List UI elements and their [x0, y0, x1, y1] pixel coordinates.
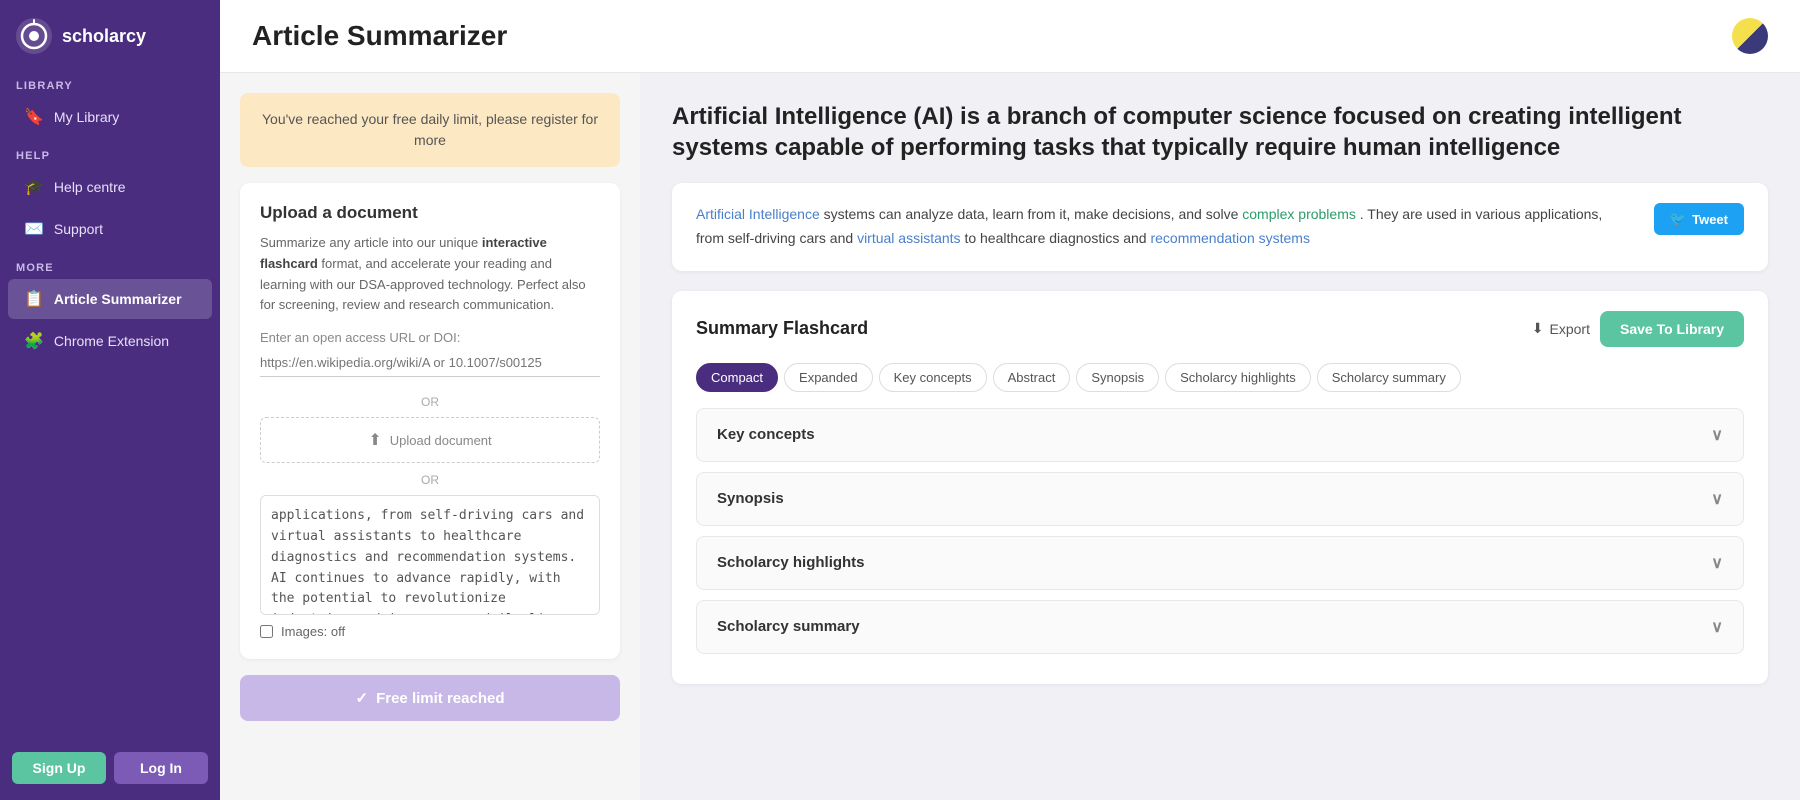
- summary-text-start: systems can analyze data, learn from it,…: [824, 206, 1243, 222]
- right-panel: Artificial Intelligence (AI) is a branch…: [640, 73, 1800, 800]
- content-area: You've reached your free daily limit, pl…: [220, 73, 1800, 800]
- sidebar-item-label-my-library: My Library: [54, 109, 119, 125]
- theme-toggle-button[interactable]: [1732, 18, 1768, 54]
- chrome-icon: 🧩: [24, 331, 44, 351]
- summary-card: Artificial Intelligence systems can anal…: [672, 183, 1768, 271]
- chevron-down-icon: ∨: [1711, 489, 1723, 509]
- login-button[interactable]: Log In: [114, 752, 208, 784]
- url-input[interactable]: [260, 349, 600, 377]
- accordion-scholarcy-highlights: Scholarcy highlights ∨: [696, 536, 1744, 590]
- upload-card: Upload a document Summarize any article …: [240, 183, 620, 659]
- main-area: Article Summarizer You've reached your f…: [220, 0, 1800, 800]
- more-section-label: MORE: [0, 250, 220, 278]
- sidebar: scholarcy LIBRARY 🔖 My Library HELP 🎓 He…: [0, 0, 220, 800]
- accordion-header-scholarcy-highlights[interactable]: Scholarcy highlights ∨: [697, 537, 1743, 589]
- left-panel: You've reached your free daily limit, pl…: [220, 73, 640, 800]
- twitter-icon: 🐦: [1670, 211, 1686, 227]
- url-label: Enter an open access URL or DOI:: [260, 330, 600, 345]
- sidebar-item-my-library[interactable]: 🔖 My Library: [8, 97, 212, 137]
- page-header: Article Summarizer: [220, 0, 1800, 73]
- accordion-scholarcy-summary: Scholarcy summary ∨: [696, 600, 1744, 654]
- flashcard-title: Summary Flashcard: [696, 318, 868, 339]
- upload-description: Summarize any article into our unique in…: [260, 233, 600, 316]
- bookmark-icon: 🔖: [24, 107, 44, 127]
- tab-scholarcy-highlights[interactable]: Scholarcy highlights: [1165, 363, 1311, 392]
- accordion-label-key-concepts: Key concepts: [717, 426, 815, 443]
- sidebar-item-label-chrome: Chrome Extension: [54, 333, 169, 349]
- sidebar-item-label-support: Support: [54, 221, 103, 237]
- tweet-button[interactable]: 🐦 Tweet: [1654, 203, 1744, 235]
- upload-icon: ⬆: [368, 430, 381, 450]
- upload-title: Upload a document: [260, 203, 600, 223]
- logo-text: scholarcy: [62, 26, 146, 47]
- upload-document-button[interactable]: ⬆ Upload document: [260, 417, 600, 463]
- sidebar-item-article-summarizer[interactable]: 📋 Article Summarizer: [8, 279, 212, 319]
- help-section-label: HELP: [0, 138, 220, 166]
- tab-scholarcy-summary[interactable]: Scholarcy summary: [1317, 363, 1461, 392]
- sidebar-logo: scholarcy: [0, 0, 220, 68]
- sidebar-item-label-help: Help centre: [54, 179, 126, 195]
- summary-text-end: to healthcare diagnostics and: [964, 230, 1150, 246]
- logo-icon: [16, 18, 52, 54]
- link-recommendation-systems[interactable]: recommendation systems: [1150, 230, 1310, 246]
- article-title: Artificial Intelligence (AI) is a branch…: [672, 101, 1768, 163]
- signup-button[interactable]: Sign Up: [12, 752, 106, 784]
- export-icon: ⬇: [1532, 320, 1544, 337]
- sidebar-item-chrome-extension[interactable]: 🧩 Chrome Extension: [8, 321, 212, 361]
- clipboard-icon: 📋: [24, 289, 44, 309]
- accordion-header-synopsis[interactable]: Synopsis ∨: [697, 473, 1743, 525]
- tab-synopsis[interactable]: Synopsis: [1076, 363, 1159, 392]
- link-ai[interactable]: Artificial Intelligence: [696, 206, 820, 222]
- tab-compact[interactable]: Compact: [696, 363, 778, 392]
- save-to-library-button[interactable]: Save To Library: [1600, 311, 1744, 347]
- free-limit-button: ✓ Free limit reached: [240, 675, 620, 721]
- images-label: Images: off: [281, 624, 345, 639]
- accordion-header-scholarcy-summary[interactable]: Scholarcy summary ∨: [697, 601, 1743, 653]
- flashcard-header: Summary Flashcard ⬇ Export Save To Libra…: [696, 311, 1744, 347]
- sidebar-item-support[interactable]: ✉️ Support: [8, 209, 212, 249]
- chevron-down-icon: ∨: [1711, 617, 1723, 637]
- alert-banner: You've reached your free daily limit, pl…: [240, 93, 620, 167]
- checkmark-icon: ✓: [356, 689, 369, 707]
- sidebar-item-help-centre[interactable]: 🎓 Help centre: [8, 167, 212, 207]
- sidebar-item-label-summarizer: Article Summarizer: [54, 291, 182, 307]
- accordion-list: Key concepts ∨ Synopsis ∨ Scholarcy high…: [696, 408, 1744, 654]
- divider-or-1: OR: [260, 395, 600, 409]
- summary-text: Artificial Intelligence systems can anal…: [696, 203, 1634, 251]
- accordion-label-synopsis: Synopsis: [717, 490, 784, 507]
- accordion-header-key-concepts[interactable]: Key concepts ∨: [697, 409, 1743, 461]
- tab-key-concepts[interactable]: Key concepts: [879, 363, 987, 392]
- sidebar-bottom: Sign Up Log In: [0, 736, 220, 800]
- accordion-key-concepts: Key concepts ∨: [696, 408, 1744, 462]
- link-virtual-assistants[interactable]: virtual assistants: [857, 230, 960, 246]
- tab-abstract[interactable]: Abstract: [993, 363, 1071, 392]
- images-toggle[interactable]: Images: off: [260, 624, 600, 639]
- library-section-label: LIBRARY: [0, 68, 220, 96]
- article-text-input[interactable]: applications, from self-driving cars and…: [260, 495, 600, 615]
- link-complex-problems[interactable]: complex problems: [1242, 206, 1356, 222]
- flashcard-section: Summary Flashcard ⬇ Export Save To Libra…: [672, 291, 1768, 684]
- accordion-synopsis: Synopsis ∨: [696, 472, 1744, 526]
- tab-expanded[interactable]: Expanded: [784, 363, 873, 392]
- images-checkbox[interactable]: [260, 625, 273, 638]
- accordion-label-scholarcy-highlights: Scholarcy highlights: [717, 554, 865, 571]
- tab-bar: CompactExpandedKey conceptsAbstractSynop…: [696, 363, 1744, 392]
- accordion-label-scholarcy-summary: Scholarcy summary: [717, 618, 860, 635]
- chevron-down-icon: ∨: [1711, 553, 1723, 573]
- graduation-icon: 🎓: [24, 177, 44, 197]
- export-button[interactable]: ⬇ Export: [1532, 320, 1590, 337]
- chevron-down-icon: ∨: [1711, 425, 1723, 445]
- email-icon: ✉️: [24, 219, 44, 239]
- divider-or-2: OR: [260, 473, 600, 487]
- flashcard-actions: ⬇ Export Save To Library: [1532, 311, 1744, 347]
- page-title: Article Summarizer: [252, 20, 507, 52]
